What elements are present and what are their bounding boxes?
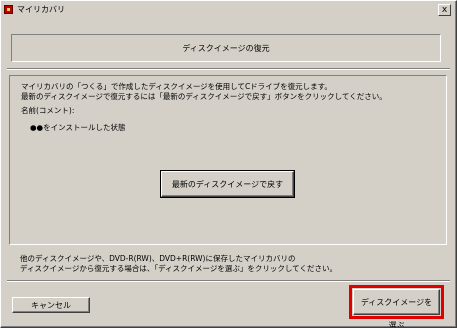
close-button[interactable]: x <box>438 4 451 16</box>
bottom-note: 他のディスクイメージや、DVD-R(RW)、DVD+R(RW)に保存したマイリカ… <box>20 254 337 274</box>
divider-bottom <box>7 280 450 282</box>
name-comment-value: ●●をインストールした状態 <box>30 123 126 132</box>
restore-latest-image-button[interactable]: 最新のディスクイメージで戻す <box>160 170 295 198</box>
bottom-note-line-2: ディスクイメージから復元する場合は、「ディスクイメージを選ぶ」をクリックしてくだ… <box>20 264 337 273</box>
divider-top <box>7 68 450 70</box>
choose-disk-image-button[interactable]: ディスクイメージを選ぶ <box>353 289 440 327</box>
dialog-window: マイリカバリ x ディスクイメージの復元 マイリカバリの「つくる」で作成したディ… <box>0 0 457 328</box>
header-panel: ディスクイメージの復元 <box>11 34 441 62</box>
name-comment-label: 名前(コメント): <box>21 106 75 115</box>
title-bar: マイリカバリ x <box>2 2 454 18</box>
page-title: ディスクイメージの復元 <box>182 44 270 53</box>
description-text: マイリカバリの「つくる」で作成したディスクイメージを使用してCドライブを復元しま… <box>21 82 387 102</box>
description-line-1: マイリカバリの「つくる」で作成したディスクイメージを使用してCドライブを復元しま… <box>21 82 332 91</box>
content-panel: マイリカバリの「つくる」で作成したディスクイメージを使用してCドライブを復元しま… <box>9 75 447 245</box>
app-icon <box>4 5 13 14</box>
window-title: マイリカバリ <box>17 5 65 14</box>
description-line-2: 最新のディスクイメージで復元するには「最新のディスクイメージで戻す」ボタンをクリ… <box>21 92 387 101</box>
bottom-note-line-1: 他のディスクイメージや、DVD-R(RW)、DVD+R(RW)に保存したマイリカ… <box>20 254 296 263</box>
cancel-button[interactable]: キャンセル <box>12 297 90 313</box>
